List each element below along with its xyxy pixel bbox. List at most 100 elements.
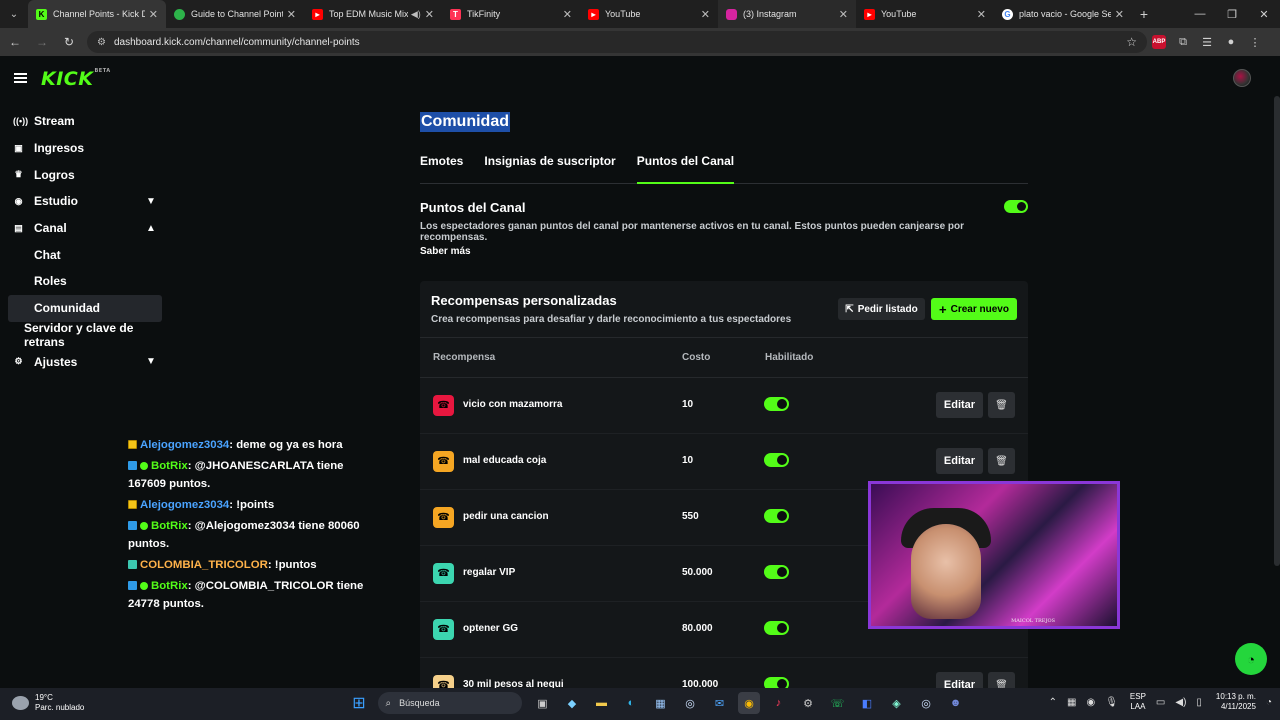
browser-tab[interactable]: (3) Instagram ✕ <box>718 0 856 28</box>
extensions-icon[interactable]: ⧉ <box>1171 36 1195 49</box>
whatsapp-icon[interactable]: ☏ <box>827 692 849 714</box>
taskbar-search[interactable]: ⌕ Búsqueda <box>377 692 522 714</box>
sidebar-item-chat[interactable]: Chat <box>0 241 170 268</box>
trash-icon[interactable]: 🗑 <box>988 448 1015 474</box>
app-icon[interactable]: ◧ <box>856 692 878 714</box>
trash-icon[interactable]: 🗑 <box>988 392 1015 418</box>
browser-tab[interactable]: K Channel Points - Kick Dashb ✕ <box>28 0 166 28</box>
volume-icon[interactable]: ◀) <box>1175 697 1186 708</box>
tab-emotes[interactable]: Emotes <box>420 154 463 184</box>
close-icon[interactable]: ✕ <box>563 8 572 21</box>
enabled-toggle[interactable] <box>764 621 789 635</box>
browser-tab[interactable]: ▸ Top EDM Music Mix 2 ◀) ✕ <box>304 0 442 28</box>
external-link-icon: ⇱ <box>845 303 854 315</box>
new-tab-button[interactable]: + <box>1132 6 1156 22</box>
site-info-icon[interactable]: ⚙ <box>97 37 106 48</box>
forward-icon[interactable]: → <box>30 35 54 49</box>
menu-icon[interactable] <box>14 73 27 83</box>
sidebar-item-logros[interactable]: ♛ Logros <box>0 161 170 188</box>
tab-search-icon[interactable]: ⌄ <box>0 0 28 28</box>
profile-icon[interactable]: ● <box>1219 36 1243 48</box>
clock[interactable]: 10:13 p. m. 4/11/2025 <box>1216 692 1256 712</box>
sidebar-item-stream[interactable]: ((•)) Stream <box>0 108 170 135</box>
task-view-icon[interactable]: ▣ <box>532 692 554 714</box>
reload-icon[interactable]: ↻ <box>57 35 81 49</box>
learn-more-link[interactable]: Saber más <box>420 246 1028 257</box>
enabled-toggle[interactable] <box>764 509 789 523</box>
adblock-icon[interactable]: ABP <box>1152 35 1166 49</box>
close-icon[interactable]: ✕ <box>977 8 986 21</box>
streamlabs-icon[interactable]: ◈ <box>886 692 908 714</box>
address-input[interactable]: ⚙ dashboard.kick.com/channel/community/c… <box>87 31 1147 53</box>
browser-tab[interactable]: ▸ YouTube ✕ <box>580 0 718 28</box>
sidebar-item-ingresos[interactable]: ▣ Ingresos <box>0 135 170 162</box>
back-icon[interactable]: ← <box>3 35 27 49</box>
reward-icon: ☎ <box>433 563 454 584</box>
chevron-up-icon[interactable]: ⌃ <box>1049 697 1057 708</box>
sidebar-item-ajustes[interactable]: ⚙ Ajustes ▼ <box>0 348 170 375</box>
bookmark-star-icon[interactable]: ☆ <box>1126 35 1137 49</box>
steam-icon[interactable]: ◎ <box>679 692 701 714</box>
steam-client-icon[interactable]: ◎ <box>915 692 937 714</box>
microphone-icon[interactable]: 🎙 <box>1105 697 1118 708</box>
enabled-toggle[interactable] <box>764 397 789 411</box>
browser-menu-icon[interactable]: ⋮ <box>1243 36 1267 49</box>
edge-icon[interactable]: ◐ <box>620 692 642 714</box>
channel-points-section: Puntos del Canal Los espectadores ganan … <box>420 200 1028 257</box>
edit-button[interactable]: Editar <box>936 448 983 474</box>
tray-app-icon[interactable]: ◉ <box>1086 697 1095 708</box>
file-explorer-icon[interactable]: ▬ <box>591 692 613 714</box>
notification-icon[interactable]: ◔ <box>1266 697 1272 708</box>
sidebar-item-canal[interactable]: ▤ Canal ▲ <box>0 215 170 242</box>
network-icon[interactable]: ▭ <box>1156 697 1165 708</box>
minimize-icon[interactable]: — <box>1184 0 1216 28</box>
close-icon[interactable]: ✕ <box>701 8 710 21</box>
settings-icon[interactable]: ⚙ <box>797 692 819 714</box>
channel-points-toggle[interactable] <box>1004 200 1028 213</box>
maximize-icon[interactable]: ❐ <box>1216 0 1248 28</box>
discord-icon[interactable]: ☻ <box>945 692 967 714</box>
chevron-up-icon: ▲ <box>146 222 156 234</box>
mail-icon[interactable]: ✉ <box>709 692 731 714</box>
request-list-button[interactable]: ⇱ Pedir listado <box>838 298 925 320</box>
tab-insignias[interactable]: Insignias de suscriptor <box>484 154 615 184</box>
kick-logo[interactable]: KICKBETA <box>41 68 111 90</box>
battery-icon[interactable]: ▯ <box>1196 697 1202 708</box>
scrollbar[interactable] <box>1274 96 1280 566</box>
sidebar: ((•)) Stream ▣ Ingresos ♛ Logros ◉ Estud… <box>0 108 170 375</box>
sidebar-item-comunidad[interactable]: Comunidad <box>8 294 162 322</box>
store-icon[interactable]: ▦ <box>650 692 672 714</box>
close-icon[interactable]: ✕ <box>839 8 848 21</box>
browser-tab[interactable]: G plato vacio - Google Search ✕ <box>994 0 1132 28</box>
channel-icon: ▤ <box>14 222 23 233</box>
enabled-toggle[interactable] <box>764 565 789 579</box>
kick-icon: K <box>36 8 47 20</box>
create-new-button[interactable]: + Crear nuevo <box>931 298 1017 320</box>
language-indicator[interactable]: ESP LAA <box>1130 692 1146 712</box>
browser-tab[interactable]: Guide to Channel Points | ✕ <box>166 0 304 28</box>
reading-list-icon[interactable]: ☰ <box>1195 36 1219 49</box>
close-icon[interactable]: ✕ <box>1115 8 1124 21</box>
copilot-icon[interactable]: ◆ <box>561 692 583 714</box>
close-window-icon[interactable]: ✕ <box>1248 0 1280 28</box>
youtube-icon: ▸ <box>312 8 323 20</box>
enabled-toggle[interactable] <box>764 453 789 467</box>
support-chat-icon[interactable]: ◔ <box>1235 643 1267 675</box>
tray-app-icon[interactable]: ▦ <box>1067 697 1076 708</box>
tiktok-icon[interactable]: ♪ <box>768 692 790 714</box>
sidebar-item-estudio[interactable]: ◉ Estudio ▼ <box>0 188 170 215</box>
sidebar-item-servidor[interactable]: Servidor y clave de retrans <box>0 321 170 349</box>
close-icon[interactable]: ✕ <box>425 8 434 21</box>
weather-widget[interactable]: 19°C Parc. nublado <box>12 693 84 713</box>
browser-tab[interactable]: T TikFinity ✕ <box>442 0 580 28</box>
avatar[interactable] <box>1233 69 1251 87</box>
speaker-icon[interactable]: ◀) <box>411 9 421 20</box>
browser-tab[interactable]: ▸ YouTube ✕ <box>856 0 994 28</box>
sidebar-item-roles[interactable]: Roles <box>0 268 170 295</box>
close-icon[interactable]: ✕ <box>287 8 296 21</box>
chrome-icon[interactable]: ◉ <box>738 692 760 714</box>
close-icon[interactable]: ✕ <box>149 8 158 21</box>
tab-puntos-del-canal[interactable]: Puntos del Canal <box>636 154 735 184</box>
edit-button[interactable]: Editar <box>936 392 983 418</box>
windows-start-icon[interactable]: ⊞ <box>348 692 370 714</box>
